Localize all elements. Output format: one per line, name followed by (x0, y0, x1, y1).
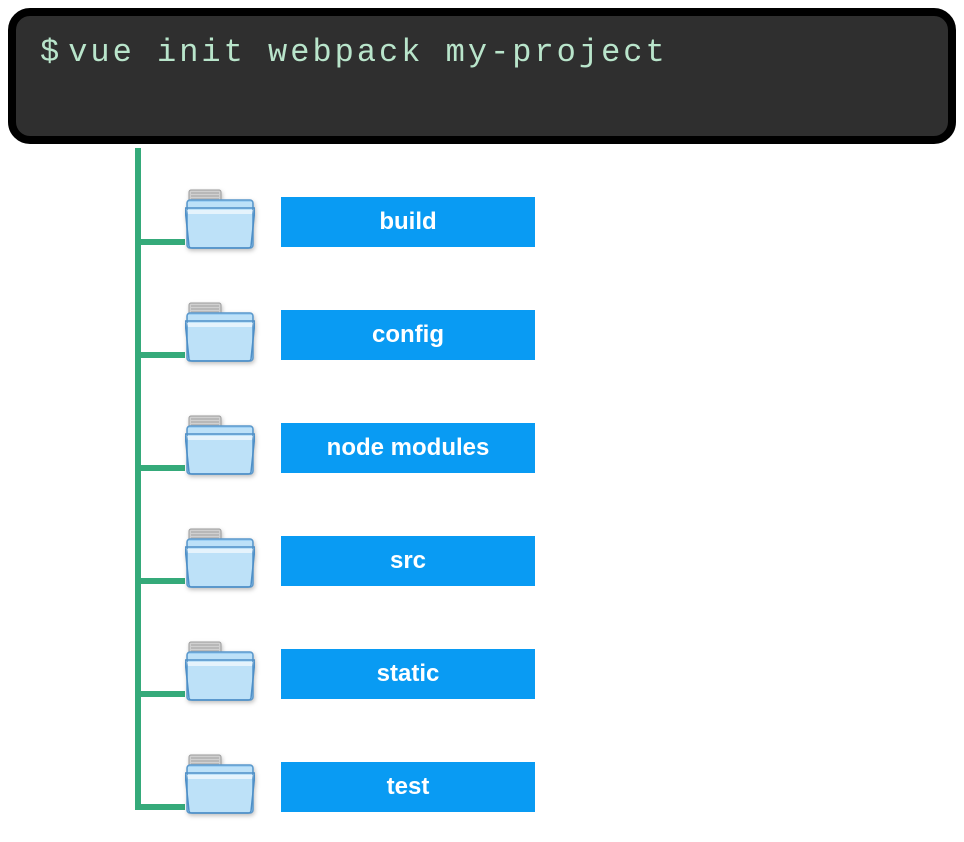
folder-row: config (135, 301, 535, 368)
tree-branch-line (135, 691, 185, 697)
folder-label: src (281, 536, 535, 586)
folder-row: test (135, 753, 535, 820)
tree-branch-line (135, 465, 185, 471)
folder-label: static (281, 649, 535, 699)
folder-icon (183, 640, 255, 707)
folder-label: config (281, 310, 535, 360)
folder-icon (183, 527, 255, 594)
folder-label: build (281, 197, 535, 247)
tree-branch-line (135, 804, 185, 810)
folder-label: test (281, 762, 535, 812)
terminal-prompt: $ (40, 34, 62, 71)
folder-row: src (135, 527, 535, 594)
folder-icon (183, 753, 255, 820)
folder-icon (183, 414, 255, 481)
folder-label: node modules (281, 423, 535, 473)
folder-icon (183, 188, 255, 255)
folder-icon (183, 301, 255, 368)
tree-branch-line (135, 239, 185, 245)
terminal-command: vue init webpack my-project (68, 34, 667, 71)
terminal-window: $vue init webpack my-project (8, 8, 956, 144)
folder-row: node modules (135, 414, 535, 481)
tree-branch-line (135, 578, 185, 584)
terminal-command-line: $vue init webpack my-project (40, 34, 924, 71)
folder-row: build (135, 188, 535, 255)
folder-row: static (135, 640, 535, 707)
tree-branch-line (135, 352, 185, 358)
